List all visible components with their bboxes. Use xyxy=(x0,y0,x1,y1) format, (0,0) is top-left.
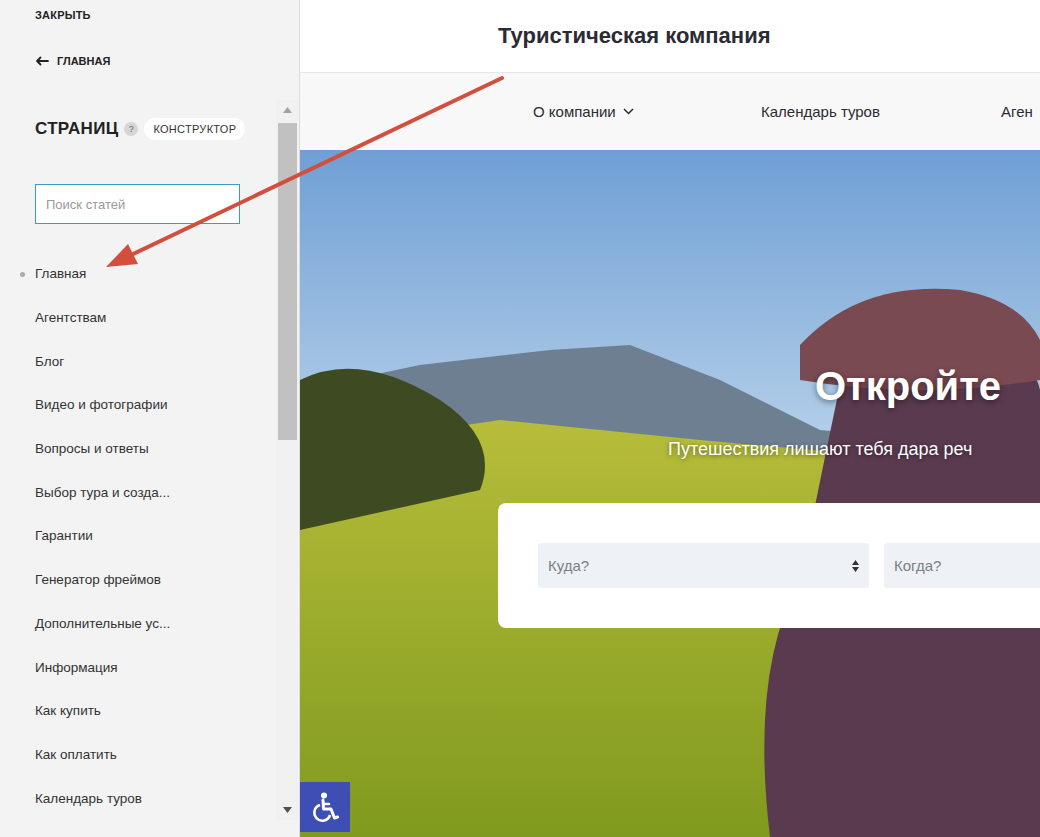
page-item[interactable]: Генератор фреймов xyxy=(35,558,276,602)
page-label[interactable]: Как купить xyxy=(35,703,101,718)
page-item[interactable]: Главная xyxy=(35,252,276,296)
page-label[interactable]: Генератор фреймов xyxy=(35,572,161,587)
page-label[interactable]: Как оплатить xyxy=(35,747,117,762)
mode-toggle[interactable]: КОНСТРУКТОР xyxy=(144,118,245,140)
help-badge[interactable]: ? xyxy=(124,122,138,136)
hero-photo xyxy=(300,150,1040,837)
page-label[interactable]: Вопросы и ответы xyxy=(35,441,149,456)
accessibility-button[interactable] xyxy=(300,782,350,832)
nav-item[interactable]: Аген xyxy=(1001,103,1033,120)
pages-panel: ЗАКРЫТЬ ГЛАВНАЯ СТРАНИЦ? КОНСТРУКТОР Главная… xyxy=(0,0,300,837)
nav-item[interactable]: Календарь туров xyxy=(761,103,1001,120)
search-input[interactable] xyxy=(35,184,240,224)
page-label[interactable]: Блог xyxy=(35,354,64,369)
when-placeholder[interactable]: Когда? xyxy=(894,557,941,574)
page-label[interactable]: Информация xyxy=(35,660,118,675)
when-input[interactable]: Когда? xyxy=(884,543,1040,588)
tour-search-card: Куда? Когда? xyxy=(498,503,1040,628)
page-item[interactable]: Дополнительные ус... xyxy=(35,602,276,646)
page-item[interactable]: Выбор тура и созда... xyxy=(35,470,276,514)
scroll-thumb[interactable] xyxy=(278,123,297,440)
panel-title: СТРАНИЦ xyxy=(35,119,118,139)
triangle-up-icon xyxy=(283,107,292,113)
page-item[interactable]: Информация xyxy=(35,645,276,689)
nav-label[interactable]: О компании xyxy=(533,103,616,120)
page-item[interactable]: Как оплатить xyxy=(35,733,276,777)
back-link[interactable]: ГЛАВНАЯ xyxy=(35,52,276,70)
nav-label[interactable]: Календарь туров xyxy=(761,103,880,120)
page-item[interactable]: Видео и фотографии xyxy=(35,383,276,427)
wheelchair-icon xyxy=(311,792,339,822)
chevron-down-icon xyxy=(623,108,634,115)
page-item[interactable]: Вопросы и ответы xyxy=(35,427,276,471)
scroll-down[interactable] xyxy=(283,800,292,820)
page-label[interactable]: Дополнительные ус... xyxy=(35,616,170,631)
scroll-up[interactable] xyxy=(283,100,292,120)
page-label[interactable]: Главная xyxy=(35,266,86,281)
pages-list: Главная Агентствам Блог Видео и фотографии В… xyxy=(35,252,276,820)
annotation-arrow-icon xyxy=(0,0,1040,837)
arrow-left-icon xyxy=(35,56,49,66)
hero-subtitle: Путешествия лишают тебя дара реч xyxy=(668,437,1040,461)
page-item[interactable]: Агентствам xyxy=(35,296,276,340)
site-title[interactable]: Туристическая компания xyxy=(498,23,771,49)
hero-banner: Откройте Путешествия лишают тебя дара реч… xyxy=(300,150,1040,837)
updown-arrows-icon xyxy=(852,560,859,572)
page-item[interactable]: Как купить xyxy=(35,689,276,733)
page-item[interactable]: Календарь туров xyxy=(35,776,276,820)
current-dot xyxy=(20,272,25,277)
nav-item[interactable]: О компании xyxy=(533,103,761,120)
back-label[interactable]: ГЛАВНАЯ xyxy=(57,55,110,67)
hero-heading: Откройте xyxy=(815,362,1040,410)
triangle-down-icon xyxy=(283,807,292,813)
close-button[interactable]: ЗАКРЫТЬ xyxy=(35,0,276,21)
where-select[interactable]: Куда? xyxy=(538,543,869,588)
site-header: Туристическая компания xyxy=(300,0,1040,73)
where-placeholder[interactable]: Куда? xyxy=(548,557,589,574)
nav-label[interactable]: Аген xyxy=(1001,103,1033,120)
page-item[interactable]: Гарантии xyxy=(35,514,276,558)
scrollbar[interactable] xyxy=(276,100,298,820)
site-nav: О компании Календарь туров Аген xyxy=(300,73,1040,150)
page-item[interactable]: Блог xyxy=(35,339,276,383)
site-preview: Туристическая компания О компании Календар… xyxy=(300,0,1040,837)
page-label[interactable]: Агентствам xyxy=(35,310,106,325)
panel-content: ЗАКРЫТЬ ГЛАВНАЯ СТРАНИЦ? КОНСТРУКТОР Главная… xyxy=(0,0,276,837)
page-label[interactable]: Гарантии xyxy=(35,528,93,543)
page-label[interactable]: Видео и фотографии xyxy=(35,397,167,412)
page-label[interactable]: Выбор тура и созда... xyxy=(35,485,170,500)
page-label[interactable]: Календарь туров xyxy=(35,791,142,806)
panel-title-row: СТРАНИЦ? КОНСТРУКТОР xyxy=(35,116,276,142)
